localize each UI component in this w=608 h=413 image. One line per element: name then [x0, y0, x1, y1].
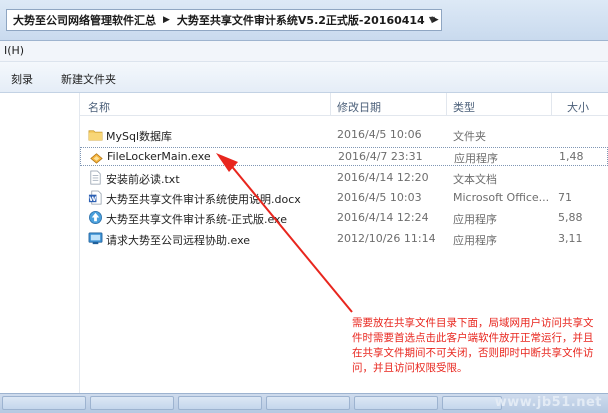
watermark: www.jb51.net [494, 395, 602, 410]
taskbar-item[interactable] [2, 396, 86, 410]
taskbar: www.jb51.net [0, 393, 608, 413]
taskbar-item[interactable] [442, 396, 502, 410]
annotation-text: 需要放在共享文件目录下面，局域网用户访问共享文件时需要首选点击此客户端软件放开正… [352, 317, 594, 374]
taskbar-item[interactable] [266, 396, 350, 410]
taskbar-item[interactable] [354, 396, 438, 410]
taskbar-item[interactable] [90, 396, 174, 410]
taskbar-item[interactable] [178, 396, 262, 410]
